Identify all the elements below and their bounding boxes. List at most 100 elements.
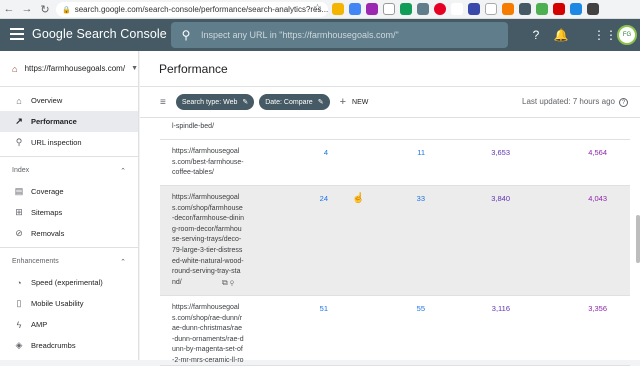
divider xyxy=(0,156,138,157)
extension-icon[interactable] xyxy=(366,3,378,15)
filter-bar: ≡ Search type: Web ✎ Date: Compare ✎ + N… xyxy=(140,87,640,118)
extension-icon[interactable] xyxy=(570,3,582,15)
pinterest-icon[interactable] xyxy=(434,3,446,15)
table-row[interactable]: https://farmhousegoals.com/shop/farmhous… xyxy=(160,186,630,296)
extension-icon[interactable] xyxy=(383,3,395,15)
main-content: Performance ≡ Search type: Web ✎ Date: C… xyxy=(140,51,640,366)
new-filter-button[interactable]: + NEW xyxy=(340,96,369,108)
sidebar-item-sitemaps[interactable]: ⊞ Sitemaps xyxy=(0,202,138,223)
section-title: Enhancements xyxy=(12,258,59,265)
speed-icon: ◔ xyxy=(16,277,22,288)
sidebar-item-removals[interactable]: ⊘ Removals xyxy=(0,223,138,244)
extension-icon[interactable] xyxy=(485,3,497,15)
sidebar-item-label: Speed (experimental) xyxy=(31,278,103,287)
apps-grid-icon[interactable]: ⋮⋮ xyxy=(593,27,617,43)
sidebar-item-label: Performance xyxy=(31,117,77,126)
reload-icon[interactable]: ↻ xyxy=(36,0,54,19)
extension-icon[interactable] xyxy=(502,3,514,15)
date-chip[interactable]: Date: Compare ✎ xyxy=(259,94,330,110)
extension-icon[interactable] xyxy=(417,3,429,15)
cell-value: 11 xyxy=(417,148,425,157)
section-header-enhancements[interactable]: Enhancements ⌃ xyxy=(0,251,138,272)
help-icon[interactable]: ? xyxy=(528,27,544,43)
avatar[interactable]: FG xyxy=(617,25,637,45)
sidebar-item-performance[interactable]: ↗ Performance xyxy=(0,111,138,132)
inspect-url-icon[interactable]: ⚲ xyxy=(230,278,234,287)
chevron-up-icon: ⌃ xyxy=(120,258,126,266)
extension-icon[interactable] xyxy=(553,3,565,15)
extension-icon[interactable] xyxy=(519,3,531,15)
sidebar: ⌂ https://farmhousegoals.com/ ▼ ⌂ Overvi… xyxy=(0,51,139,360)
edit-icon: ✎ xyxy=(242,99,249,106)
row-actions: ⧉ ⚲ xyxy=(222,278,234,288)
property-selector[interactable]: ⌂ https://farmhousegoals.com/ ▼ xyxy=(0,51,138,87)
sidebar-item-overview[interactable]: ⌂ Overview xyxy=(0,90,138,111)
address-text: search.google.com/search-console/perform… xyxy=(74,5,328,14)
extension-icon[interactable] xyxy=(451,3,463,15)
search-type-chip[interactable]: Search type: Web ✎ xyxy=(175,94,255,110)
table-row[interactable]: l-spindle-bed/ xyxy=(160,119,630,140)
section-title: Index xyxy=(12,167,30,174)
extension-icon[interactable] xyxy=(536,3,548,15)
address-bar[interactable]: 🔒 search.google.com/search-console/perfo… xyxy=(56,2,328,17)
sidebar-item-mobile-usability[interactable]: ▯ Mobile Usability xyxy=(0,293,138,314)
sidebar-item-label: Coverage xyxy=(31,187,64,196)
hand-cursor-icon: ☝ xyxy=(352,193,365,204)
scrollbar[interactable] xyxy=(636,215,640,263)
site-favicon-icon: ⌂ xyxy=(12,63,18,74)
divider xyxy=(0,247,138,248)
trending-up-icon: ↗ xyxy=(15,116,23,126)
sidebar-item-breadcrumbs[interactable]: ◈ Breadcrumbs xyxy=(0,335,138,356)
sidebar-item-coverage[interactable]: ▤ Coverage xyxy=(0,181,138,202)
bookmark-star-icon[interactable]: ☆ xyxy=(313,3,322,14)
last-updated: Last updated: 7 hours ago? xyxy=(522,97,628,107)
extension-icon[interactable] xyxy=(587,3,599,15)
last-updated-text: Last updated: 7 hours ago xyxy=(522,97,615,106)
url-inspect-search[interactable]: ⚲ Inspect any URL in "https://farmhouseg… xyxy=(171,22,508,48)
sidebar-item-label: Removals xyxy=(31,229,65,238)
section-header-index[interactable]: Index ⌃ xyxy=(0,160,138,181)
table-row[interactable]: https://farmhousegoals.com/best-farmhous… xyxy=(160,140,630,186)
sidebar-item-label: Sitemaps xyxy=(31,208,63,217)
cell-value: 55 xyxy=(416,304,425,313)
extension-icon[interactable] xyxy=(332,3,344,15)
extension-icon[interactable] xyxy=(400,3,412,15)
back-icon[interactable]: ← xyxy=(0,0,18,19)
cell-value: 33 xyxy=(416,194,425,203)
search-placeholder: Inspect any URL in "https://farmhousegoa… xyxy=(201,30,399,40)
page-url[interactable]: https://farmhousegoals.com/shop/rae-dunn… xyxy=(172,303,244,363)
chip-label: Search type: Web xyxy=(181,98,238,106)
cell-value: 4 xyxy=(323,148,328,157)
page-url[interactable]: https://farmhousegoals.com/best-farmhous… xyxy=(172,147,244,179)
layers-icon: ◈ xyxy=(15,340,23,350)
cell-value: 3,653 xyxy=(491,148,510,157)
lock-icon: 🔒 xyxy=(62,6,71,14)
open-in-new-icon[interactable]: ⧉ xyxy=(222,278,228,287)
bolt-icon: ϟ xyxy=(16,319,22,330)
sidebar-item-label: Overview xyxy=(31,96,63,105)
sidebar-item-url-inspection[interactable]: ⚲ URL inspection xyxy=(0,132,138,153)
sidebar-item-speed[interactable]: ◔ Speed (experimental) xyxy=(0,272,138,293)
plus-icon: + xyxy=(339,96,347,108)
table-row[interactable]: https://farmhousegoals.com/shop/rae-dunn… xyxy=(160,296,630,366)
help-circle-icon[interactable]: ? xyxy=(619,98,628,107)
browser-toolbar: ← → ↻ 🔒 search.google.com/search-console… xyxy=(0,0,640,19)
sidebar-item-amp[interactable]: ϟ AMP xyxy=(0,314,138,335)
forward-icon[interactable]: → xyxy=(18,0,36,19)
extensions-bar xyxy=(332,3,599,15)
extension-icon[interactable] xyxy=(468,3,480,15)
extension-icon[interactable] xyxy=(349,3,361,15)
filter-icon[interactable]: ≡ xyxy=(160,97,166,108)
bell-icon[interactable]: 🔔 xyxy=(553,27,569,43)
search-icon: ⚲ xyxy=(15,137,23,147)
sitemap-icon: ⊞ xyxy=(15,207,23,217)
cell-value: 24 xyxy=(319,194,328,203)
menu-icon[interactable] xyxy=(10,28,24,40)
sidebar-item-label: Mobile Usability xyxy=(31,299,84,308)
page-url[interactable]: https://farmhousegoals.com/shop/farmhous… xyxy=(172,193,244,288)
eye-off-icon: ⊘ xyxy=(15,228,23,238)
new-label: NEW xyxy=(352,98,369,106)
cell-value: 51 xyxy=(319,304,328,313)
sidebar-item-label: Breadcrumbs xyxy=(31,341,76,350)
page-url[interactable]: l-spindle-bed/ xyxy=(172,122,244,133)
